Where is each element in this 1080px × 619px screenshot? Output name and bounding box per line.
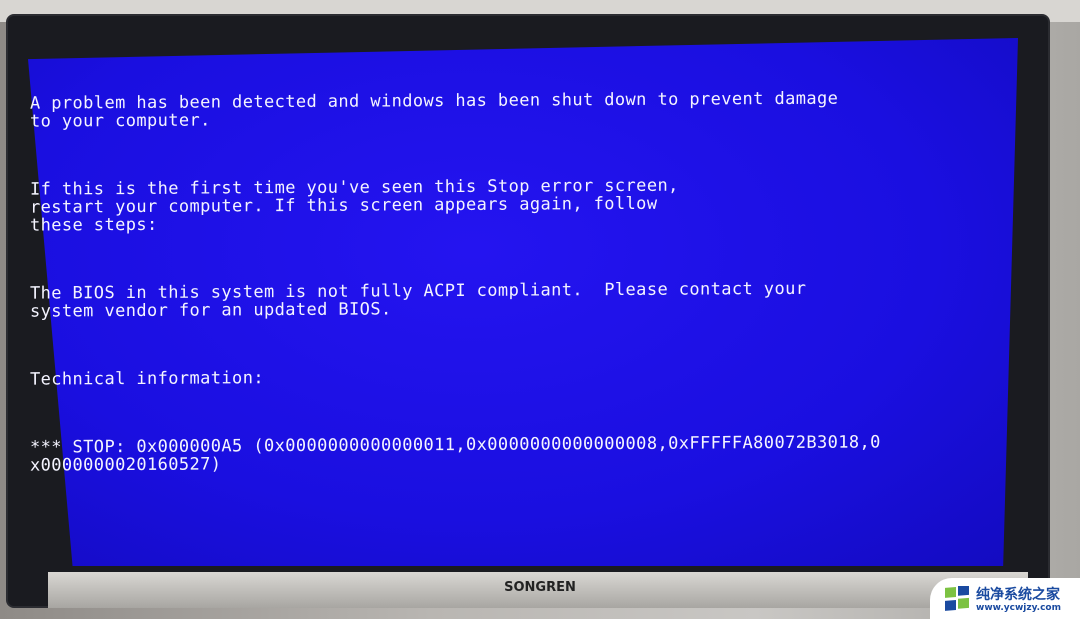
watermark-title: 纯净系统之家 — [976, 587, 1060, 603]
technical-info-heading: Technical information: — [30, 368, 264, 390]
watermark: 纯净系统之家 www.ycwjzy.com — [930, 578, 1080, 619]
monitor-brand-logo: SONGREN — [504, 580, 576, 595]
restart-instructions: If this is the first time you've seen th… — [30, 175, 679, 236]
blue-screen-error-text: A problem has been detected and windows … — [30, 53, 881, 506]
windows-logo-icon — [945, 586, 969, 611]
bios-message: The BIOS in this system is not fully ACP… — [30, 278, 807, 322]
watermark-url: www.ycwjzy.com — [976, 603, 1061, 613]
stop-code: *** STOP: 0x000000A5 (0x0000000000000011… — [30, 432, 881, 476]
error-intro: A problem has been detected and windows … — [30, 88, 839, 132]
